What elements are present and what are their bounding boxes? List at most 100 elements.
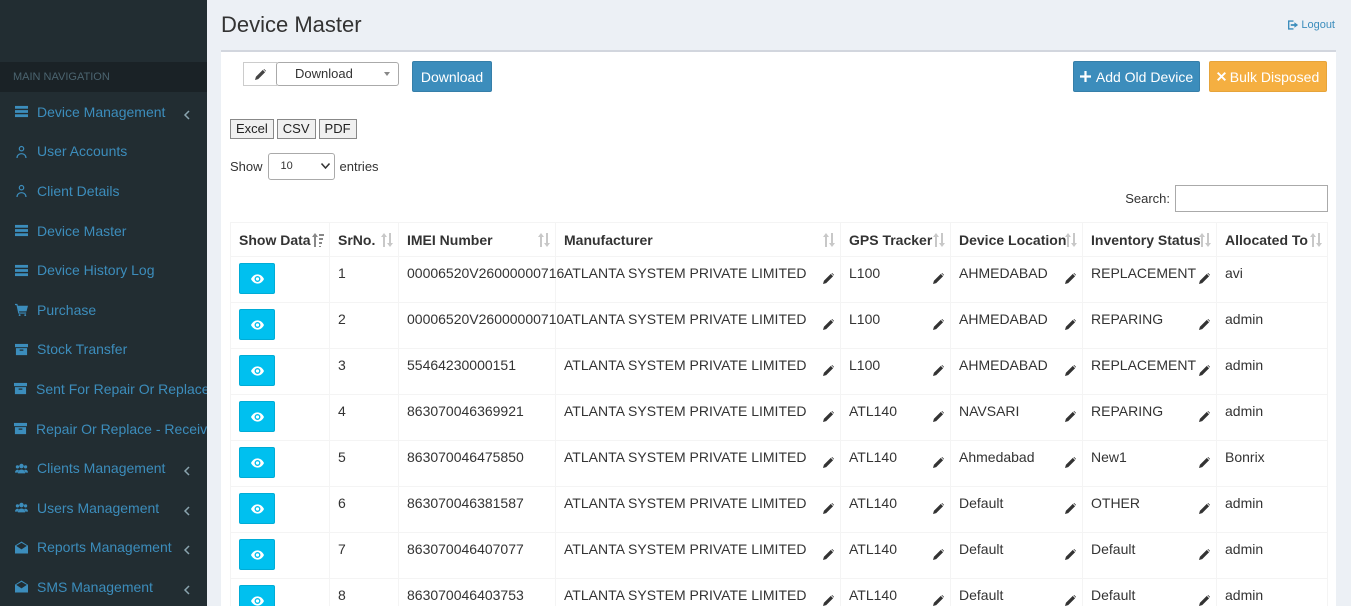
export-csv-button[interactable]: CSV (276, 119, 316, 139)
search-input[interactable] (1175, 185, 1328, 212)
pencil-icon[interactable] (933, 271, 944, 284)
pencil-icon[interactable] (933, 593, 944, 606)
view-button[interactable] (239, 585, 275, 606)
sidebar-item-device-history-log[interactable]: Device History Log (0, 250, 207, 290)
column-header-inventory-status[interactable]: Inventory Status (1082, 222, 1217, 257)
pencil-icon[interactable] (1199, 271, 1210, 284)
pencil-icon[interactable] (823, 317, 834, 330)
sidebar-item-stock-transfer[interactable]: Stock Transfer (0, 330, 207, 370)
table-cell: L100 (840, 348, 951, 395)
pencil-icon[interactable] (933, 547, 944, 560)
cell-value: 2 (338, 311, 346, 327)
pencil-icon[interactable] (933, 409, 944, 422)
sidebar-item-client-details[interactable]: Client Details (0, 171, 207, 211)
pencil-icon[interactable] (1065, 547, 1076, 560)
cell-value: AHMEDABAD (959, 311, 1048, 327)
pencil-icon[interactable] (1199, 501, 1210, 514)
pencil-icon[interactable] (1065, 317, 1076, 330)
table-cell: 1 (329, 256, 399, 303)
cell-value: admin (1225, 541, 1264, 557)
cell-value: REPARING (1091, 403, 1164, 419)
archive-icon (14, 342, 28, 356)
logout-link[interactable]: Logout (1288, 19, 1335, 31)
column-header-show-data[interactable]: Show Data (230, 222, 330, 257)
pencil-icon[interactable] (1199, 317, 1210, 330)
download-select[interactable]: Download (276, 62, 399, 86)
sidebar-item-users-management[interactable]: Users Management (0, 488, 207, 528)
sidebar-item-sms-management[interactable]: SMS Management (0, 567, 207, 606)
pencil-icon[interactable] (823, 593, 834, 606)
cell-value: 863070046407077 (407, 541, 524, 557)
cell-value: 00006520V26000000710 (407, 311, 565, 327)
column-header-imei-number[interactable]: IMEI Number (398, 222, 556, 257)
cell-value: ATLANTA SYSTEM PRIVATE LIMITED (564, 403, 807, 419)
view-button[interactable] (239, 447, 275, 478)
sidebar-item-device-master[interactable]: Device Master (0, 211, 207, 251)
pencil-icon[interactable] (933, 317, 944, 330)
export-excel-button[interactable]: Excel (230, 119, 274, 139)
column-header-device-location[interactable]: Device Location (950, 222, 1083, 257)
pencil-icon[interactable] (1199, 455, 1210, 468)
pencil-icon[interactable] (1199, 593, 1210, 606)
pencil-icon[interactable] (1065, 271, 1076, 284)
table-cell: 863070046403753 (398, 578, 556, 606)
sidebar-item-label: Sent For Repair Or Replace (36, 380, 207, 397)
sidebar-item-purchase[interactable]: Purchase (0, 290, 207, 330)
pencil-icon[interactable] (823, 363, 834, 376)
cell-value: 863070046403753 (407, 587, 524, 603)
view-button[interactable] (239, 309, 275, 340)
sidebar-item-reports-management[interactable]: Reports Management (0, 528, 207, 568)
chevron-left-icon (183, 582, 191, 595)
pencil-icon[interactable] (1065, 593, 1076, 606)
cell-value: admin (1225, 403, 1264, 419)
column-header-gps-tracker[interactable]: GPS Tracker (840, 222, 951, 257)
add-old-device-label: Add Old Device (1095, 68, 1194, 85)
pencil-icon[interactable] (823, 547, 834, 560)
column-header-allocated-to[interactable]: Allocated To (1216, 222, 1328, 257)
view-button[interactable] (239, 539, 275, 570)
eye-icon (250, 273, 264, 284)
content-area: Device Master Logout Download Download A… (207, 0, 1351, 606)
bulk-disposed-button[interactable]: Bulk Disposed (1209, 61, 1327, 92)
pencil-icon[interactable] (1199, 363, 1210, 376)
cell-value: ATLANTA SYSTEM PRIVATE LIMITED (564, 495, 807, 511)
cell-value: ATLANTA SYSTEM PRIVATE LIMITED (564, 311, 807, 327)
view-button[interactable] (239, 401, 275, 432)
table-cell: New1 (1082, 440, 1217, 487)
pencil-icon[interactable] (823, 455, 834, 468)
pencil-icon[interactable] (823, 501, 834, 514)
sidebar-item-user-accounts[interactable]: User Accounts (0, 132, 207, 172)
pencil-icon[interactable] (1065, 409, 1076, 422)
pencil-icon[interactable] (1065, 363, 1076, 376)
view-button[interactable] (239, 355, 275, 386)
sidebar-item-sent-for-repair-or-replace[interactable]: Sent For Repair Or Replace (0, 369, 207, 409)
table-body: 1 00006520V26000000716 ATLANTA SYSTEM PRIV… (230, 256, 1328, 606)
table-row: 5 863070046475850 ATLANTA SYSTEM PRIVATE L… (230, 440, 1328, 487)
pencil-icon[interactable] (1065, 455, 1076, 468)
export-pdf-button[interactable]: PDF (318, 119, 357, 139)
add-old-device-button[interactable]: Add Old Device (1073, 61, 1200, 92)
column-header-manufacturer[interactable]: Manufacturer (555, 222, 841, 257)
pencil-icon[interactable] (933, 363, 944, 376)
cell-value: 863070046475850 (407, 449, 524, 465)
pencil-icon[interactable] (1199, 409, 1210, 422)
edit-button[interactable] (243, 62, 277, 86)
pencil-icon[interactable] (1199, 547, 1210, 560)
sidebar-item-device-management[interactable]: Device Management (0, 92, 207, 132)
view-button[interactable] (239, 493, 275, 524)
view-button[interactable] (239, 263, 275, 294)
sidebar-item-clients-management[interactable]: Clients Management (0, 448, 207, 488)
pencil-icon[interactable] (933, 455, 944, 468)
column-header-srno[interactable]: SrNo. (329, 222, 399, 257)
entries-length-select[interactable]: 10 (267, 153, 335, 180)
pencil-icon[interactable] (823, 409, 834, 422)
column-header-label: SrNo. (338, 231, 376, 248)
cell-value: REPARING (1091, 311, 1164, 327)
entries-label: entries (339, 159, 379, 174)
download-button[interactable]: Download (412, 61, 492, 92)
pencil-icon[interactable] (823, 271, 834, 284)
cell-value: Default (959, 587, 1004, 603)
pencil-icon[interactable] (933, 501, 944, 514)
pencil-icon[interactable] (1065, 501, 1076, 514)
sidebar-item-repair-or-replace-received[interactable]: Repair Or Replace - Received (0, 409, 207, 449)
